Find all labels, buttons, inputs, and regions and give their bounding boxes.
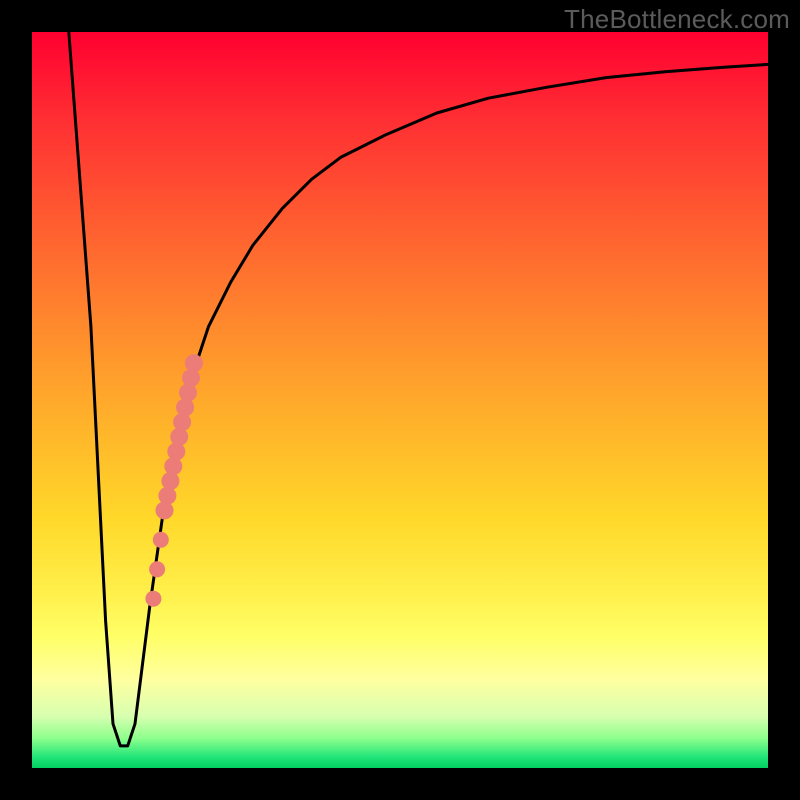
chart-overlay <box>32 32 768 768</box>
data-point <box>153 532 169 548</box>
data-point <box>145 591 161 607</box>
watermark-text: TheBottleneck.com <box>564 4 790 35</box>
chart-frame: TheBottleneck.com <box>0 0 800 800</box>
data-point <box>149 561 165 577</box>
highlighted-points <box>145 354 203 607</box>
plot-area <box>32 32 768 768</box>
data-point <box>156 501 174 519</box>
bottleneck-curve <box>69 32 768 746</box>
